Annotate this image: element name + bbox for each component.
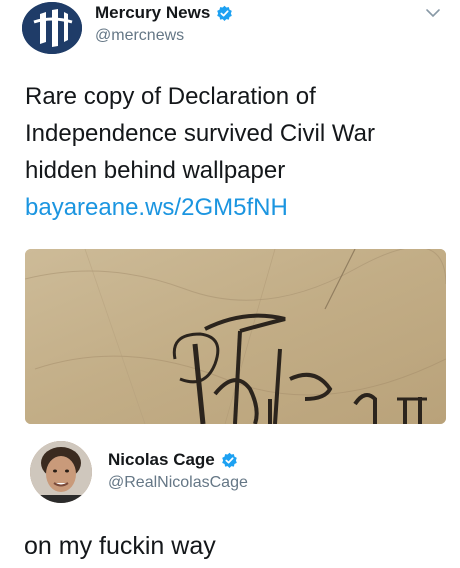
nicolas-cage-avatar[interactable] [30,441,92,503]
tweet-link[interactable]: bayareane.ws/2GM5fNH [25,189,445,226]
author-name-text: Mercury News [95,3,211,22]
verified-badge-icon [217,5,233,21]
mercury-news-avatar[interactable] [22,2,82,54]
reply-author-handle[interactable]: @RealNicolasCage [108,474,248,492]
mercury-news-logo-icon [22,2,82,54]
tweet-mercury-news[interactable]: Mercury News @mercnews Rare copy of Decl… [0,0,460,430]
chevron-down-icon[interactable] [425,5,441,21]
tweet-nicolas-cage[interactable]: Nicolas Cage @RealNicolasCage on my fuck… [0,430,460,568]
reply-author-name-text: Nicolas Cage [108,450,215,469]
tweet-text: Rare copy of Declaration of Independence… [25,78,445,226]
author-handle[interactable]: @mercnews [95,27,184,45]
person-photo-icon [30,441,92,503]
verified-badge-icon [221,452,237,468]
author-name[interactable]: Mercury News [95,3,233,23]
parchment-image [25,249,446,424]
reply-author-name[interactable]: Nicolas Cage [108,450,238,470]
tweet-body: Rare copy of Declaration of Independence… [25,83,375,184]
tweet-media-image[interactable] [25,249,446,424]
reply-text: on my fuckin way [24,532,216,560]
